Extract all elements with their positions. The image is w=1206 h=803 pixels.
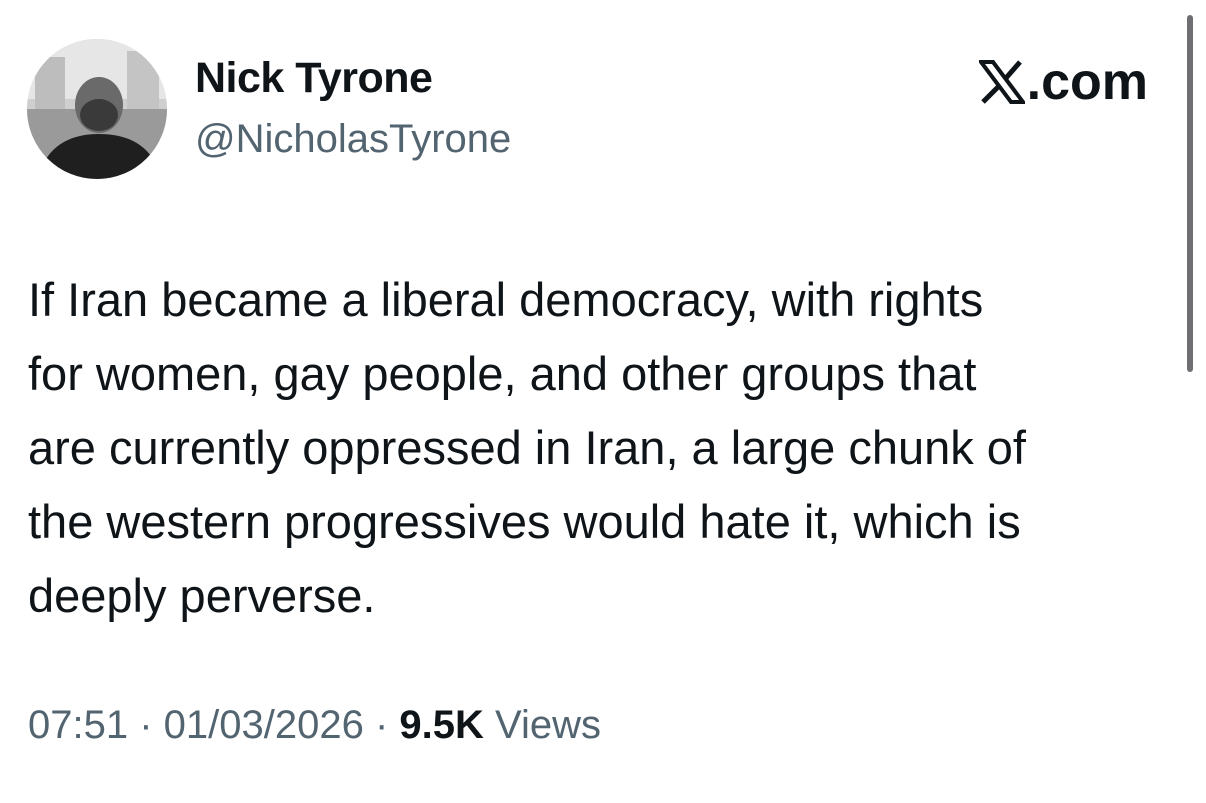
x-logo-icon [978, 60, 1025, 104]
tweet-time[interactable]: 07:51 [28, 703, 128, 747]
tweet-line: If Iran became a liberal democracy, with… [28, 273, 984, 326]
author-handle[interactable]: @NicholasTyrone [195, 117, 511, 162]
views-label: Views [483, 703, 601, 747]
tweet-line: deeply perverse. [28, 569, 376, 622]
views-count: 9.5K [399, 703, 484, 747]
tweet-meta: 07:51 · 01/03/2026 · 9.5K Views [28, 703, 601, 748]
tweet-line: the western progressives would hate it, … [28, 495, 1021, 548]
tweet-text: If Iran became a liberal democracy, with… [28, 263, 1193, 633]
meta-separator: · [363, 703, 400, 747]
profile-photo [27, 39, 167, 179]
tweet-date[interactable]: 01/03/2026 [164, 703, 364, 747]
avatar[interactable] [27, 39, 167, 179]
brand-domain: .com [1026, 53, 1148, 111]
x-brand: .com [978, 52, 1148, 112]
tweet-line: for women, gay people, and other groups … [28, 347, 977, 400]
author-display-name[interactable]: Nick Tyrone [195, 54, 433, 103]
tweet-line: are currently oppressed in Iran, a large… [28, 421, 1026, 474]
meta-separator: · [128, 703, 164, 747]
